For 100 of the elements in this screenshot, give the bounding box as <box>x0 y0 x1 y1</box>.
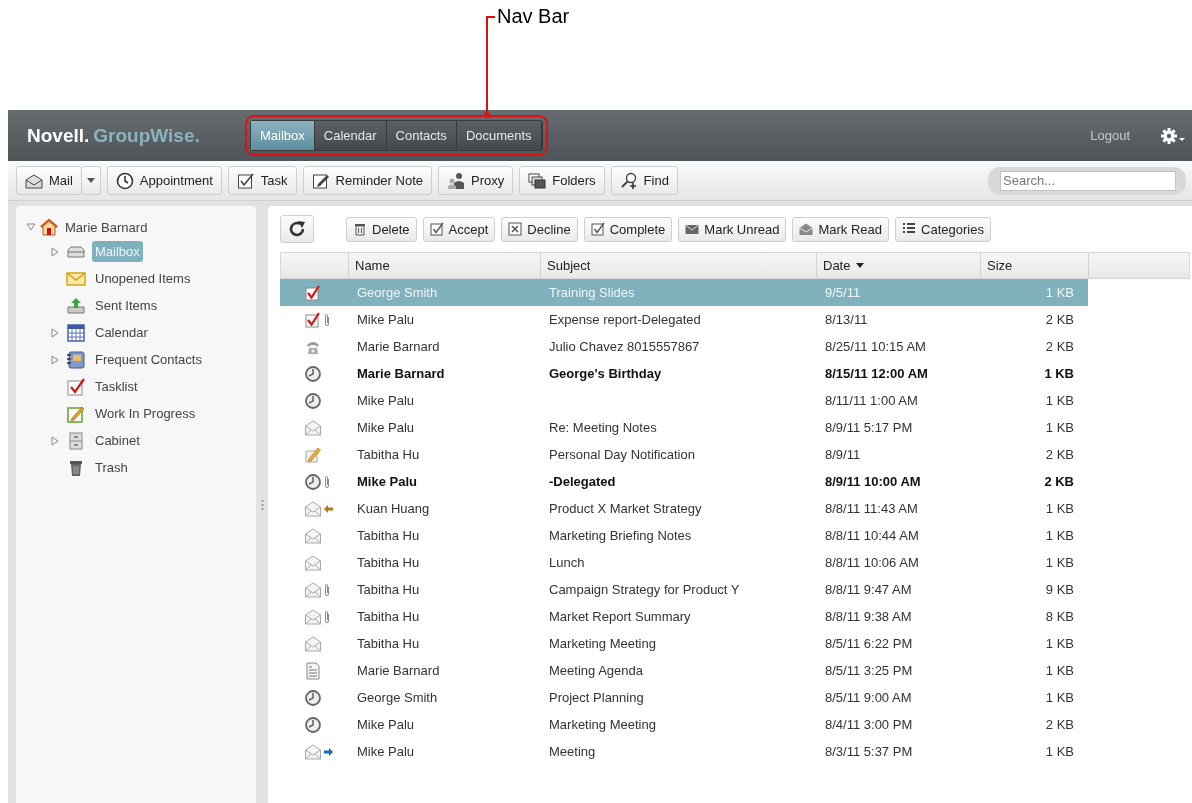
table-cell-text: 1 KB <box>1044 555 1075 570</box>
column-header[interactable]: Name <box>349 253 541 278</box>
action-button[interactable]: Delete <box>346 216 417 242</box>
appointment-icon <box>115 171 134 190</box>
table-cell-text: Mike Palu <box>356 312 416 327</box>
message-row[interactable]: Tabitha Hu Lunch 8/8/11 10:06 AM 1 KB <box>280 549 1088 576</box>
table-cell-text: Lunch <box>548 555 586 570</box>
toolbar-button[interactable]: Find <box>610 166 678 195</box>
splitter-handle[interactable] <box>260 498 264 511</box>
table-cell-text: 1 KB <box>1044 393 1075 408</box>
refresh-icon <box>288 220 306 238</box>
complete-icon <box>590 222 605 236</box>
toolbar-button[interactable]: Appointment <box>106 166 222 195</box>
message-row[interactable]: Tabitha Hu Personal Day Notification 8/9/11 2 KB <box>280 441 1088 468</box>
message-row[interactable]: Mike Palu -Delegated 8/9/11 10:00 AM 2 KB <box>280 468 1088 495</box>
tree-item[interactable]: Frequent Contacts <box>92 349 205 370</box>
search-field[interactable]: Search... <box>988 166 1186 195</box>
table-cell-text: Meeting Agenda <box>548 663 644 678</box>
tree-item[interactable]: Cabinet <box>92 430 143 451</box>
paperclip-icon <box>324 312 330 327</box>
action-button[interactable]: Categories <box>895 216 991 242</box>
table-cell-text: 8/9/11 5:17 PM <box>824 420 914 435</box>
message-row[interactable]: Tabitha Hu Market Report Summary 8/8/11 9:38 AM 8 KB <box>280 603 1088 630</box>
message-row[interactable]: Tabitha Hu Marketing Meeting 8/5/11 6:22 PM 1 KB <box>280 630 1088 657</box>
toolbar-button[interactable]: Folders <box>519 166 605 195</box>
message-row[interactable]: Marie Barnard George's Birthday 8/15/11 12:00 AM 1 KB <box>280 360 1088 387</box>
tree-item[interactable]: Sent Items <box>92 295 161 316</box>
action-button[interactable]: Mark Unread <box>678 216 787 242</box>
message-row[interactable]: Mike Palu Expense report-Delegated 8/13/11 2 KB <box>280 306 1088 333</box>
expanded-icon[interactable] <box>26 222 36 232</box>
table-cell-text: George Smith <box>356 285 439 300</box>
refresh-button[interactable] <box>280 215 314 243</box>
table-cell-text: George's Birthday <box>548 366 663 381</box>
table-cell-text: Project Planning <box>548 690 645 705</box>
action-button[interactable]: Complete <box>583 216 673 242</box>
tree-item[interactable]: Tasklist <box>92 376 141 397</box>
table-cell-text: Market Report Summary <box>548 609 692 624</box>
table-cell-text: Tabitha Hu <box>356 582 421 597</box>
nav-tab[interactable]: Calendar <box>314 121 387 150</box>
delete-icon <box>353 222 367 236</box>
message-row[interactable]: Mike Palu Re: Meeting Notes 8/9/11 5:17 PM 1 KB <box>280 414 1088 441</box>
table-cell-text: 8/15/11 12:00 AM <box>824 366 929 381</box>
table-cell-text: 8/8/11 9:47 AM <box>824 582 913 597</box>
table-cell-text: Tabitha Hu <box>356 636 421 651</box>
message-row[interactable]: George Smith Project Planning 8/5/11 9:00 AM 1 KB <box>280 684 1088 711</box>
table-cell-text: Expense report-Delegated <box>548 312 702 327</box>
collapsed-icon[interactable] <box>50 435 60 446</box>
tree-item[interactable]: Calendar <box>92 322 151 343</box>
open-envelope-icon <box>304 634 322 653</box>
toolbar-button[interactable]: Proxy <box>438 166 514 195</box>
message-row[interactable]: Marie Barnard Julio Chavez 8015557867 8/25/11 10:15 AM 2 KB <box>280 333 1088 360</box>
cabinet-icon <box>66 431 86 450</box>
table-cell-text: 8/8/11 10:44 AM <box>824 528 920 543</box>
table-cell-text: 1 KB <box>1044 420 1075 435</box>
column-header[interactable]: Size <box>981 253 1089 278</box>
nav-tab[interactable]: Contacts <box>386 121 457 150</box>
message-row[interactable]: Kuan Huang Product X Market Strategy 8/8/11 11:43 AM 1 KB <box>280 495 1088 522</box>
accept-icon <box>429 222 444 236</box>
table-cell-text: Training Slides <box>548 285 636 300</box>
tree-item[interactable]: Trash <box>92 457 131 478</box>
action-button[interactable]: Decline <box>501 216 578 242</box>
table-cell-text: Mike Palu <box>356 717 416 732</box>
toolbar-button[interactable]: Mail <box>16 166 82 195</box>
clock-icon <box>304 364 322 383</box>
open-envelope-icon <box>304 742 322 761</box>
collapsed-icon[interactable] <box>50 246 60 257</box>
table-cell-text: Marketing Meeting <box>548 636 657 651</box>
message-row[interactable]: Tabitha Hu Marketing Briefing Notes 8/8/11 10:44 AM 1 KB <box>280 522 1088 549</box>
clock-icon <box>304 472 322 491</box>
collapsed-icon[interactable] <box>50 354 60 365</box>
tree-item[interactable]: Marie Barnard <box>62 216 151 238</box>
tree-item[interactable]: Unopened Items <box>92 268 194 289</box>
find-icon <box>619 171 638 190</box>
message-row[interactable]: Marie Barnard Meeting Agenda 8/5/11 3:25 PM 1 KB <box>280 657 1088 684</box>
table-cell-text: Tabitha Hu <box>356 447 421 462</box>
categories-icon <box>902 222 917 236</box>
collapsed-icon[interactable] <box>50 327 60 338</box>
calendar-icon <box>66 323 86 342</box>
table-cell-text: 8/8/11 9:38 AM <box>824 609 913 624</box>
paperclip-icon <box>324 474 330 489</box>
message-row[interactable]: Mike Palu 8/11/11 1:00 AM 1 KB <box>280 387 1088 414</box>
logout-link[interactable]: Logout <box>1090 128 1130 143</box>
toolbar-button[interactable]: Task <box>227 166 297 195</box>
clock-icon <box>304 688 322 707</box>
dropdown-button[interactable] <box>81 166 101 195</box>
action-button[interactable]: Mark Read <box>792 216 890 242</box>
column-header[interactable]: Date <box>817 253 981 278</box>
action-button[interactable]: Accept <box>422 216 496 242</box>
toolbar-button[interactable]: Reminder Note <box>302 166 432 195</box>
message-row[interactable]: Mike Palu Marketing Meeting 8/4/11 3:00 PM 2 KB <box>280 711 1088 738</box>
callout-label: Nav Bar <box>497 5 570 28</box>
column-header[interactable]: Subject <box>541 253 817 278</box>
settings-icon[interactable] <box>1160 126 1186 145</box>
open-envelope-icon <box>304 526 322 545</box>
message-row[interactable]: Tabitha Hu Campaign Strategy for Product Y 8/8/11 9:47 AM 9 KB <box>280 576 1088 603</box>
clock-icon <box>304 715 322 734</box>
table-cell-text: 8/5/11 3:25 PM <box>824 663 914 678</box>
message-row[interactable]: Mike Palu Meeting 8/3/11 5:37 PM 1 KB <box>280 738 1088 765</box>
tree-item[interactable]: Work In Progress <box>92 403 199 424</box>
nav-tab[interactable]: Documents <box>456 121 542 150</box>
